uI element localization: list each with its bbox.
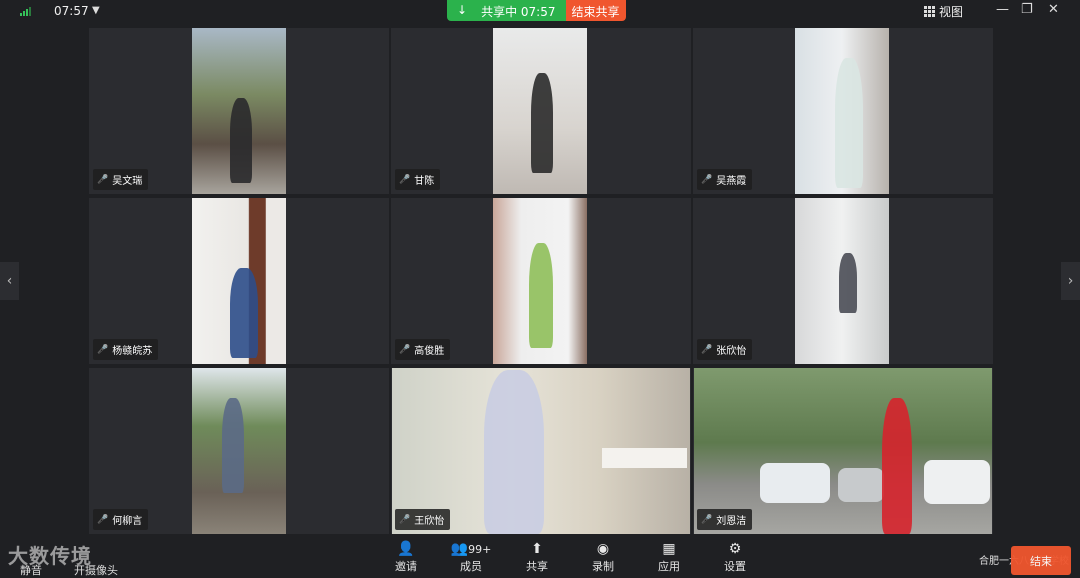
share-status-label: 共享中	[481, 5, 518, 19]
name-tag: 🎤 吴文瑞	[93, 169, 149, 190]
participant-name: 王欣怡	[414, 516, 445, 527]
participant-figure	[839, 253, 857, 313]
mic-icon: 🎤	[399, 514, 411, 525]
restore-button[interactable]: ❐	[1021, 2, 1033, 17]
members-button[interactable]: 👥99+ 成员	[446, 540, 496, 574]
previous-page-arrow[interactable]: ‹	[0, 262, 19, 300]
participant-name: 高俊胜	[414, 346, 445, 357]
name-tag: 🎤 何柳言	[93, 509, 149, 530]
minimize-button[interactable]: —	[996, 2, 1009, 17]
invite-label: 邀请	[395, 560, 417, 573]
mic-icon: 🎤	[97, 344, 109, 355]
end-meeting-button[interactable]: 结束	[1011, 546, 1071, 575]
share-status-pill: ↓ 共享中 07:57 结束共享	[447, 0, 626, 21]
name-tag: 🎤 甘陈	[395, 169, 441, 190]
settings-button[interactable]: ⚙ 设置	[710, 540, 760, 574]
name-tag: 🎤 王欣怡	[395, 509, 451, 530]
apps-icon: ▦	[662, 541, 676, 557]
apps-label: 应用	[658, 560, 680, 573]
video-feed	[795, 28, 889, 194]
video-tile[interactable]: 🎤 吴文瑞	[89, 28, 389, 194]
participant-figure	[222, 398, 244, 493]
mic-icon: 🎤	[701, 514, 713, 525]
settings-icon: ⚙	[728, 541, 742, 557]
view-label: 视图	[939, 5, 964, 19]
participant-figure	[484, 370, 544, 534]
share-status: ↓ 共享中 07:57	[447, 0, 566, 21]
video-grid: 🎤 吴文瑞 🎤 甘陈 🎤 吴燕霞 🎤 杨赣皖苏 🎤 高俊胜 🎤 张欣怡 🎤 何柳…	[89, 28, 993, 534]
video-tile[interactable]: 🎤 吴燕霞	[693, 28, 993, 194]
participant-figure	[531, 73, 553, 173]
share-button[interactable]: ⬆ 共享	[512, 540, 562, 574]
participant-name: 杨赣皖苏	[112, 346, 153, 357]
view-button[interactable]: 视图	[924, 3, 963, 20]
mic-icon: 🎤	[399, 344, 411, 355]
meeting-timer: 07:57	[54, 4, 89, 18]
members-label: 成员	[460, 560, 482, 573]
participant-name: 何柳言	[112, 516, 143, 527]
video-tile[interactable]: 🎤 刘恩洁	[693, 368, 993, 534]
top-bar: 07:57 ▼ ↓ 共享中 07:57 结束共享 视图 — ❐ ✕	[0, 0, 1080, 24]
video-feed	[493, 28, 587, 194]
mic-icon: 🎤	[701, 174, 713, 185]
video-tile[interactable]: 🎤 高俊胜	[391, 198, 691, 364]
chevron-down-icon[interactable]: ▼	[92, 5, 100, 16]
video-tile[interactable]: 🎤 张欣怡	[693, 198, 993, 364]
settings-label: 设置	[724, 560, 746, 573]
grid-view-icon	[924, 6, 935, 17]
participant-name: 张欣怡	[716, 346, 747, 357]
participant-figure	[230, 268, 258, 358]
participant-figure	[529, 243, 553, 348]
share-timer: 07:57	[520, 5, 556, 19]
participant-name: 吴文瑞	[112, 176, 143, 187]
participant-figure	[835, 58, 863, 188]
record-button[interactable]: ◉ 录制	[578, 540, 628, 574]
name-tag: 🎤 高俊胜	[395, 339, 451, 360]
invite-icon: 👤	[397, 541, 415, 557]
record-icon: ◉	[596, 541, 610, 557]
watermark-logo: 大数传境	[8, 544, 92, 568]
share-label: 共享	[526, 560, 548, 573]
video-tile[interactable]: 🎤 杨赣皖苏	[89, 198, 389, 364]
mic-icon: 🎤	[399, 174, 411, 185]
next-page-arrow[interactable]: ›	[1061, 262, 1080, 300]
participant-figure	[230, 98, 252, 183]
video-feed	[493, 198, 587, 364]
close-button[interactable]: ✕	[1048, 2, 1059, 17]
video-feed	[192, 368, 286, 534]
participant-figure	[882, 398, 912, 534]
name-tag: 🎤 吴燕霞	[697, 169, 753, 190]
video-tile[interactable]: 🎤 何柳言	[89, 368, 389, 534]
download-icon[interactable]: ↓	[457, 3, 467, 21]
video-feed	[795, 198, 889, 364]
mic-icon: 🎤	[701, 344, 713, 355]
mic-icon: 🎤	[97, 174, 109, 185]
participant-name: 吴燕霞	[716, 176, 747, 187]
members-count: 99+	[468, 543, 492, 556]
parked-car	[838, 468, 884, 502]
signal-icon	[20, 6, 31, 16]
mic-icon: 🎤	[97, 514, 109, 525]
video-feed	[192, 28, 286, 194]
invite-button[interactable]: 👤 邀请	[381, 540, 431, 574]
members-icon: 👥99+	[450, 541, 492, 557]
apps-button[interactable]: ▦ 应用	[644, 540, 694, 574]
share-icon: ⬆	[531, 541, 543, 557]
video-tile[interactable]: 🎤 王欣怡	[391, 368, 691, 534]
video-tile[interactable]: 🎤 甘陈	[391, 28, 691, 194]
name-tag: 🎤 张欣怡	[697, 339, 753, 360]
end-share-button[interactable]: 结束共享	[565, 0, 626, 21]
record-label: 录制	[592, 560, 614, 573]
parked-car	[924, 460, 990, 504]
participant-name: 刘恩洁	[716, 516, 747, 527]
video-feed	[192, 198, 286, 364]
participant-name: 甘陈	[414, 176, 435, 187]
name-tag: 🎤 刘恩洁	[697, 509, 753, 530]
name-tag: 🎤 杨赣皖苏	[93, 339, 159, 360]
parked-car	[760, 463, 830, 503]
table-surface	[602, 448, 687, 468]
